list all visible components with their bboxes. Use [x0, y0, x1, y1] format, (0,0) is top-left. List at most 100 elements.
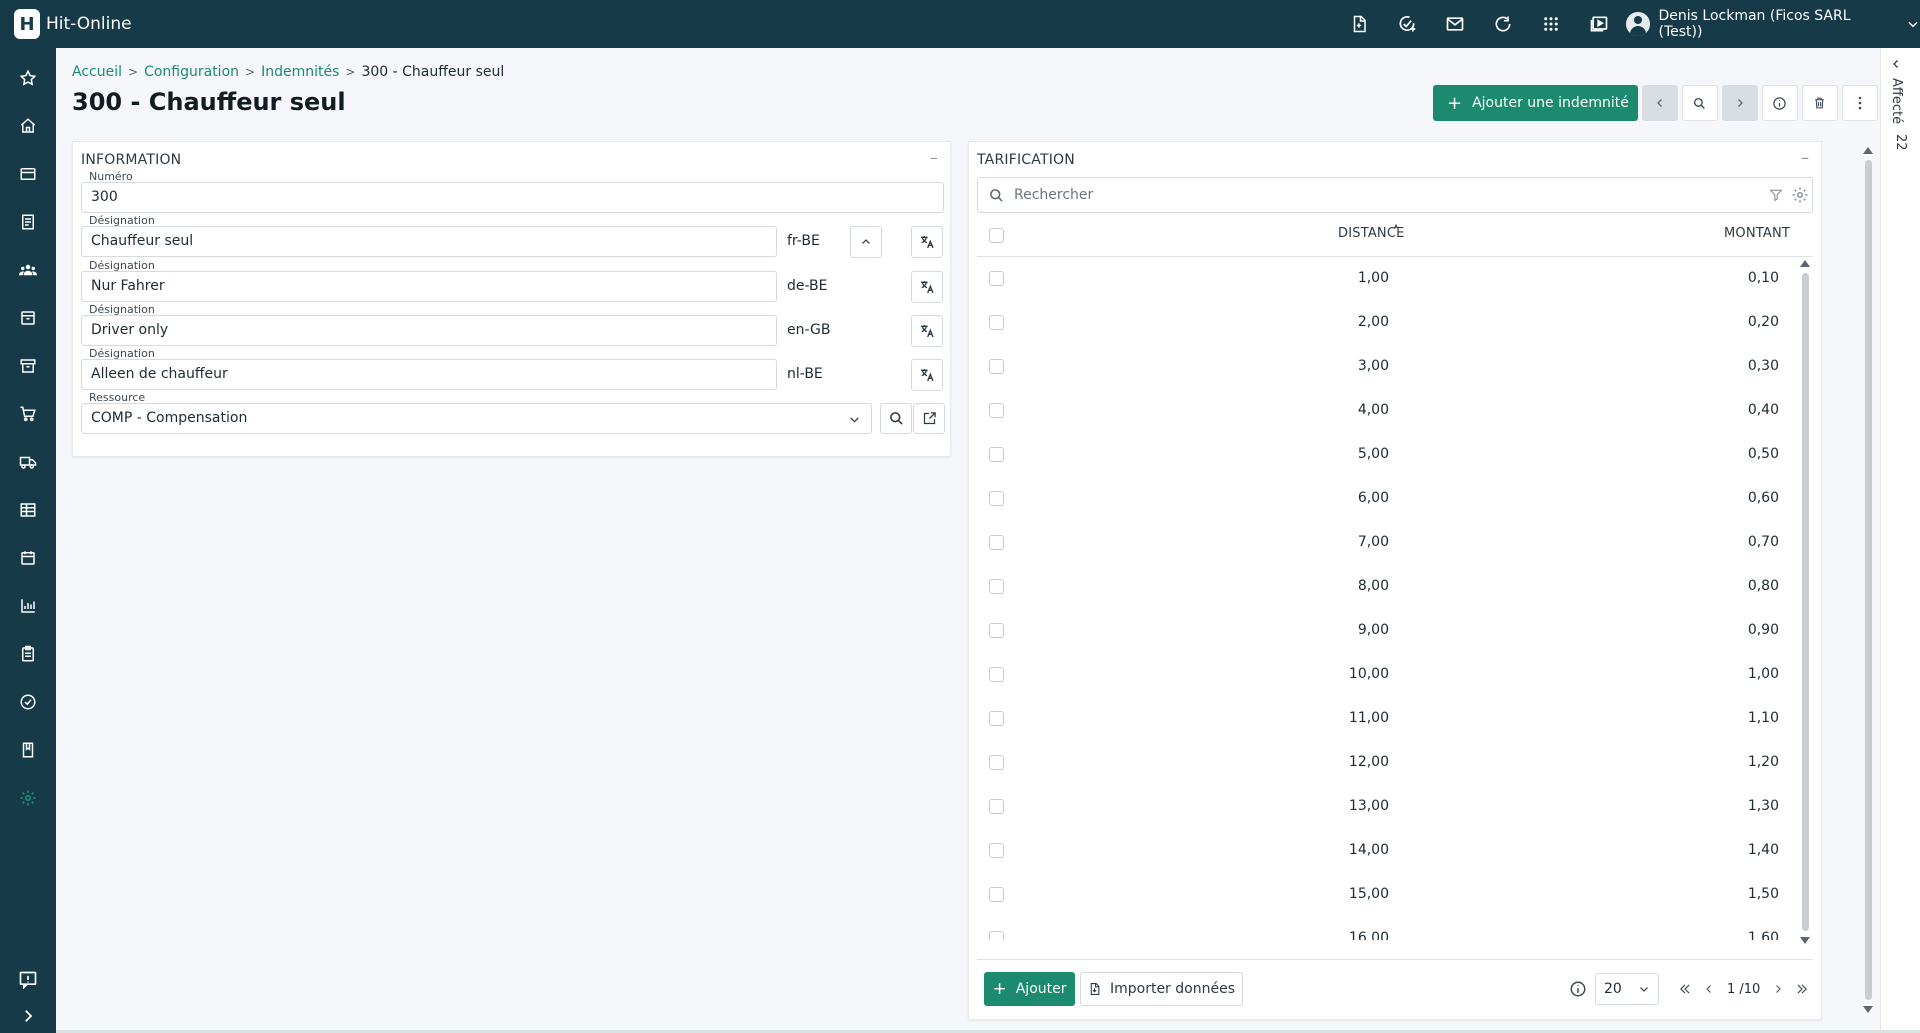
table-row[interactable]: 4,00 0,40: [977, 389, 1797, 433]
table-row[interactable]: 13,00 1,30: [977, 785, 1797, 829]
translate-de-button[interactable]: [911, 271, 943, 303]
settings-icon[interactable]: [16, 786, 40, 810]
truck-icon[interactable]: [16, 450, 40, 474]
table-row[interactable]: 6,00 0,60: [977, 477, 1797, 521]
row-checkbox[interactable]: [989, 799, 1004, 814]
check-add-icon[interactable]: [1383, 0, 1431, 48]
search-button[interactable]: [1681, 85, 1718, 121]
next-page-button[interactable]: [1766, 977, 1790, 1001]
add-indemnity-button[interactable]: + Ajouter une indemnité: [1433, 85, 1638, 121]
users-icon[interactable]: [16, 258, 40, 282]
previous-button[interactable]: [1641, 85, 1678, 121]
row-checkbox[interactable]: [989, 887, 1004, 902]
translate-nl-button[interactable]: [911, 359, 943, 391]
ressource-select[interactable]: COMP - Compensation: [81, 403, 872, 434]
table-row[interactable]: 2,00 0,20: [977, 301, 1797, 345]
scrollbar-thumb[interactable]: [1802, 273, 1809, 931]
document-icon[interactable]: [16, 210, 40, 234]
row-checkbox[interactable]: [989, 535, 1004, 550]
file-icon[interactable]: [1335, 0, 1383, 48]
row-checkbox[interactable]: [989, 711, 1004, 726]
row-checkbox[interactable]: [989, 315, 1004, 330]
table-row[interactable]: 7,00 0,70: [977, 521, 1797, 565]
table-row[interactable]: 16,00 1,60: [977, 917, 1797, 940]
info-button[interactable]: [1761, 85, 1798, 121]
table-row[interactable]: 3,00 0,30: [977, 345, 1797, 389]
table-scrollbar[interactable]: [1799, 259, 1811, 949]
row-checkbox[interactable]: [989, 667, 1004, 682]
more-button[interactable]: [1841, 85, 1878, 121]
table-row[interactable]: 12,00 1,20: [977, 741, 1797, 785]
feedback-icon[interactable]: [16, 968, 40, 992]
numero-field[interactable]: 300: [81, 182, 944, 213]
row-checkbox[interactable]: [989, 755, 1004, 770]
card-icon[interactable]: [16, 162, 40, 186]
page-size-select[interactable]: 20: [1595, 973, 1659, 1005]
collapse-translations-button[interactable]: [850, 226, 882, 258]
bar-chart-icon[interactable]: [16, 594, 40, 618]
ressource-search-button[interactable]: [880, 403, 912, 434]
calendar-icon[interactable]: [16, 546, 40, 570]
book-icon[interactable]: [16, 738, 40, 762]
table-row[interactable]: 1,00 0,10: [977, 257, 1797, 301]
import-button[interactable]: Importer données: [1080, 972, 1243, 1006]
collapse-icon[interactable]: –: [930, 148, 938, 167]
archive-icon[interactable]: [16, 354, 40, 378]
designation-fr-field[interactable]: Chauffeur seul: [81, 226, 777, 257]
breadcrumb-home[interactable]: Accueil: [72, 64, 122, 80]
search-input[interactable]: Rechercher: [977, 177, 1813, 213]
mail-icon[interactable]: [1431, 0, 1479, 48]
table-row[interactable]: 8,00 0,80: [977, 565, 1797, 609]
table-row[interactable]: 5,00 0,50: [977, 433, 1797, 477]
translate-en-button[interactable]: [911, 315, 943, 347]
row-checkbox[interactable]: [989, 403, 1004, 418]
first-page-button[interactable]: [1673, 977, 1697, 1001]
next-button[interactable]: [1721, 85, 1758, 121]
cart-icon[interactable]: [16, 402, 40, 426]
breadcrumb-configuration[interactable]: Configuration: [144, 64, 239, 80]
refresh-icon[interactable]: [1479, 0, 1527, 48]
row-checkbox[interactable]: [989, 447, 1004, 462]
media-icon[interactable]: [1575, 0, 1623, 48]
row-checkbox[interactable]: [989, 843, 1004, 858]
select-all-checkbox[interactable]: [989, 228, 1004, 243]
designation-en-field[interactable]: Driver only: [81, 315, 777, 346]
grid-apps-icon[interactable]: [1527, 0, 1575, 48]
table-row[interactable]: 10,00 1,00: [977, 653, 1797, 697]
table-icon[interactable]: [16, 498, 40, 522]
designation-nl-field[interactable]: Alleen de chauffeur: [81, 359, 777, 390]
row-checkbox[interactable]: [989, 359, 1004, 374]
column-header-montant[interactable]: MONTANT: [1724, 226, 1790, 241]
ressource-open-button[interactable]: [913, 403, 945, 434]
row-checkbox[interactable]: [989, 271, 1004, 286]
row-checkbox[interactable]: [989, 491, 1004, 506]
table-row[interactable]: 15,00 1,50: [977, 873, 1797, 917]
delete-button[interactable]: [1801, 85, 1838, 121]
add-button[interactable]: + Ajouter: [984, 972, 1075, 1006]
brand[interactable]: H Hit-Online: [14, 9, 132, 39]
expand-sidebar-icon[interactable]: [16, 1004, 40, 1028]
designation-de-field[interactable]: Nur Fahrer: [81, 271, 777, 302]
previous-page-button[interactable]: [1697, 977, 1721, 1001]
table-row[interactable]: 11,00 1,10: [977, 697, 1797, 741]
clipboard-icon[interactable]: [16, 642, 40, 666]
row-checkbox[interactable]: [989, 579, 1004, 594]
user-menu[interactable]: Denis Lockman (Ficos SARL (Test)): [1626, 0, 1920, 48]
page-scrollbar[interactable]: [1862, 146, 1874, 1014]
box-icon[interactable]: [16, 306, 40, 330]
chevron-down-icon[interactable]: [848, 413, 861, 426]
chevron-left-icon[interactable]: [1890, 58, 1902, 70]
star-icon[interactable]: [16, 66, 40, 90]
table-row[interactable]: 14,00 1,40: [977, 829, 1797, 873]
last-page-button[interactable]: [1790, 977, 1814, 1001]
table-row[interactable]: 9,00 0,90: [977, 609, 1797, 653]
scrollbar-thumb[interactable]: [1865, 160, 1872, 1000]
breadcrumb-indemnites[interactable]: Indemnités: [261, 64, 339, 80]
check-circle-icon[interactable]: [16, 690, 40, 714]
row-checkbox[interactable]: [989, 623, 1004, 638]
home-icon[interactable]: [16, 114, 40, 138]
row-checkbox[interactable]: [989, 931, 1004, 940]
affecte-tab[interactable]: Affecté: [1889, 78, 1904, 124]
translate-fr-button[interactable]: [911, 226, 943, 258]
collapse-icon[interactable]: –: [1801, 148, 1809, 167]
